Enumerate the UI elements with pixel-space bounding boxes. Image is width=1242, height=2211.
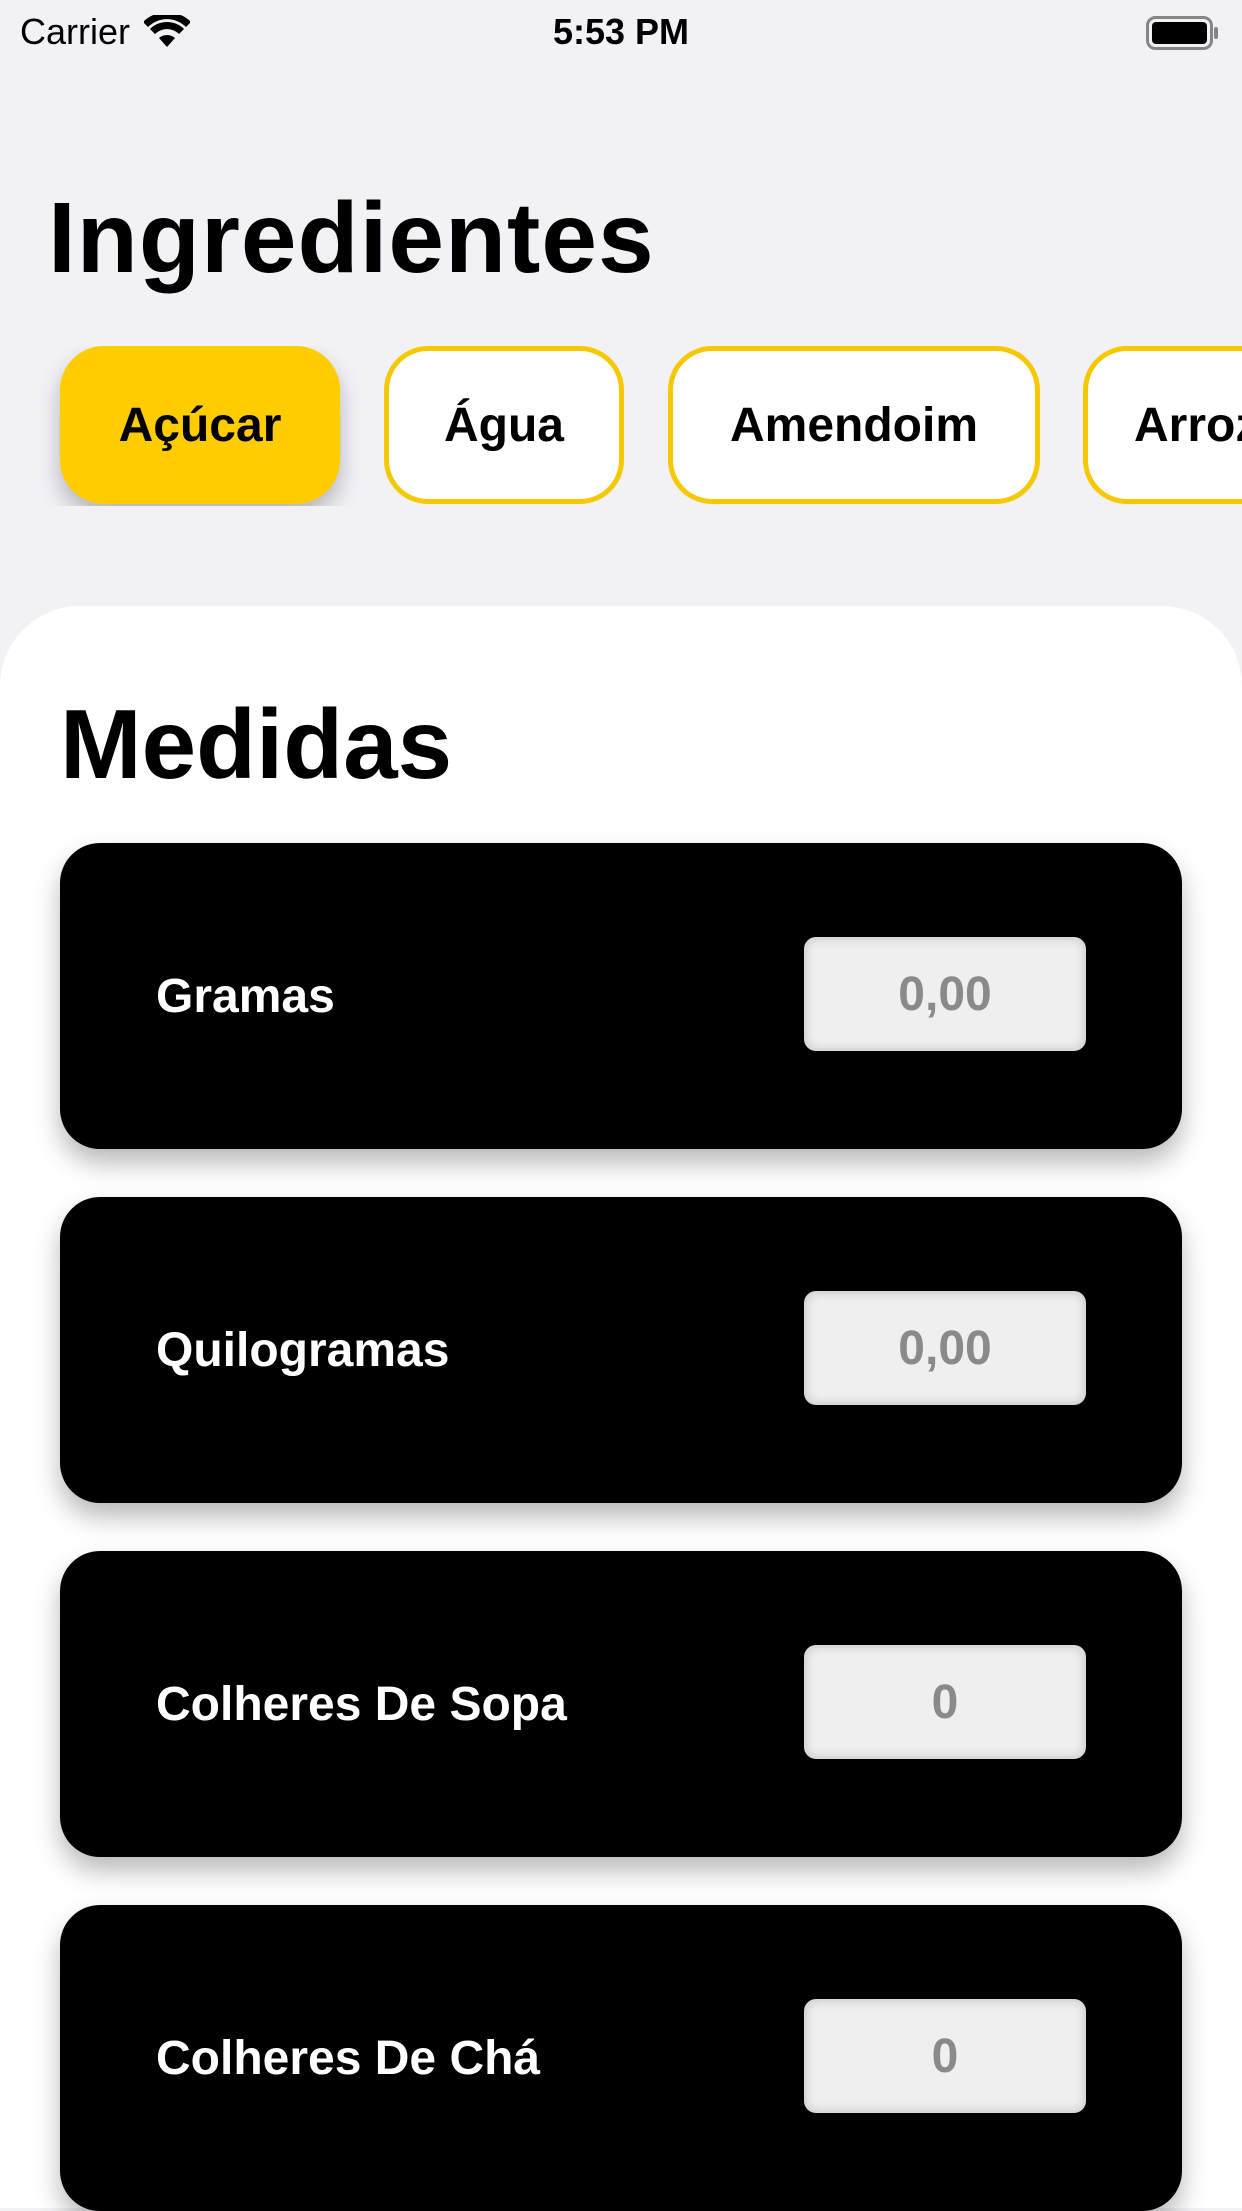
status-time: 5:53 PM bbox=[552, 11, 690, 52]
measure-card-colheres-de-sopa: Colheres De Sopa bbox=[60, 1551, 1182, 1857]
ingredient-chip-acucar[interactable]: Açúcar bbox=[60, 346, 340, 504]
ingredient-chip-agua[interactable]: Água bbox=[384, 346, 624, 504]
battery-icon bbox=[1146, 16, 1218, 50]
colheres-de-cha-input[interactable] bbox=[804, 1999, 1086, 2113]
measure-card-quilogramas: Quilogramas bbox=[60, 1197, 1182, 1503]
measure-card-gramas: Gramas bbox=[60, 843, 1182, 1149]
measure-label: Colheres De Chá bbox=[156, 2031, 541, 2085]
measure-card-colheres-de-cha: Colheres De Chá bbox=[60, 1905, 1182, 2211]
quilogramas-input[interactable] bbox=[804, 1291, 1086, 1405]
ingredient-chip-arroz[interactable]: Arroz bbox=[1083, 346, 1242, 504]
ingredient-chip-amendoim[interactable]: Amendoim bbox=[668, 346, 1040, 504]
page-title: Ingredientes bbox=[48, 182, 655, 294]
measure-label: Quilogramas bbox=[156, 1323, 450, 1377]
gramas-input[interactable] bbox=[804, 937, 1086, 1051]
colheres-de-sopa-input[interactable] bbox=[804, 1645, 1086, 1759]
section-title: Medidas bbox=[60, 689, 453, 799]
measure-label: Gramas bbox=[156, 969, 335, 1023]
measures-sheet: Medidas Gramas Quilogramas Colheres De S… bbox=[0, 606, 1242, 2211]
measure-label: Colheres De Sopa bbox=[156, 1677, 567, 1731]
ingredient-chip-list[interactable]: Açúcar Água Amendoim Arroz bbox=[0, 346, 1242, 506]
status-bar: Carrier 5:53 PM bbox=[0, 0, 1242, 64]
